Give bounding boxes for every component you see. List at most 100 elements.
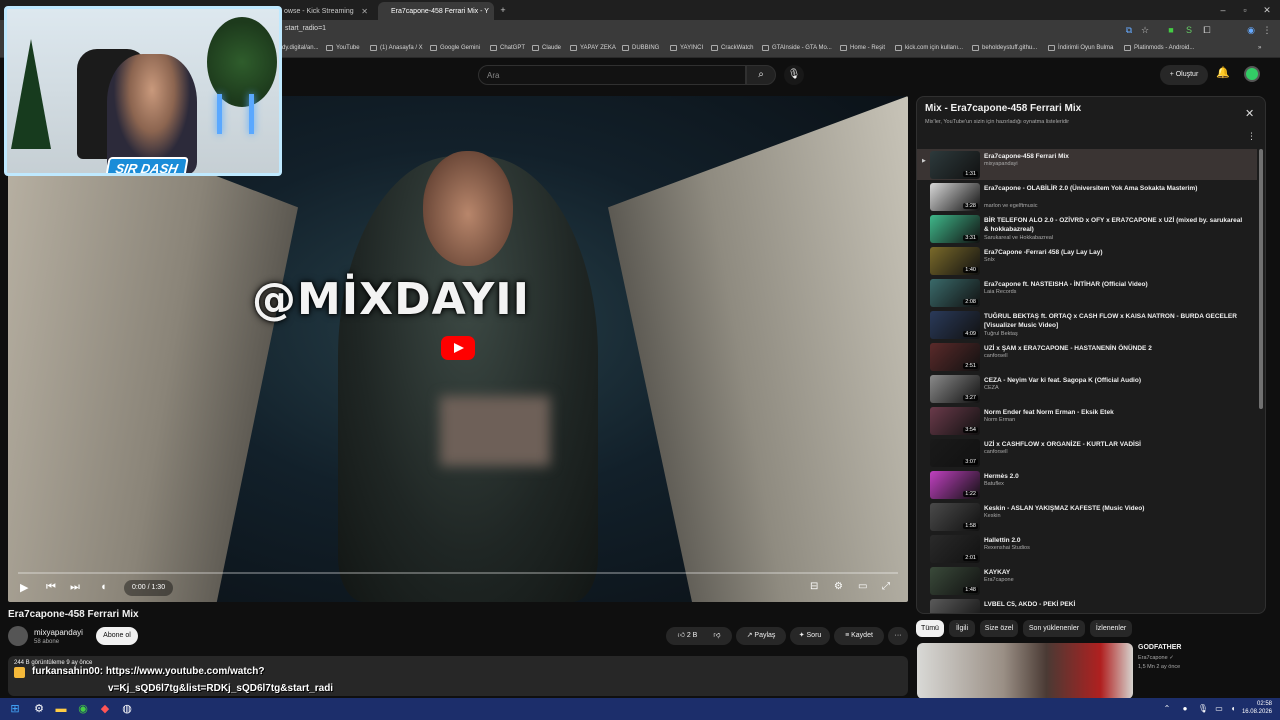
bookmark-item[interactable]: CrackWatch <box>711 45 753 51</box>
playlist-thumbnail[interactable]: 3:54 <box>930 407 980 435</box>
playlist-scrollbar[interactable] <box>1259 149 1263 409</box>
notifications-bell-icon[interactable]: 🔔 <box>1216 66 1230 79</box>
extension-s-icon[interactable]: S <box>1184 25 1194 35</box>
bookmark-item[interactable]: (1) Anasayfa / X <box>370 45 423 51</box>
playlist-item[interactable]: 1:22 Hermès 2.0 Batuflex <box>917 469 1257 500</box>
chip-watched[interactable]: İzlenenler <box>1090 620 1132 637</box>
playlist-item[interactable]: 2:08 Era7capone ft. NASTEISHA - İNTİHAR (… <box>917 277 1257 308</box>
bookmark-item[interactable]: ChatGPT <box>490 45 525 51</box>
search-button[interactable]: ⌕ <box>746 65 776 85</box>
browser-menu-icon[interactable]: ⋮ <box>1262 25 1272 35</box>
ask-button[interactable]: ✦ Soru <box>790 627 830 645</box>
theater-mode-icon[interactable]: ▭ <box>858 581 867 592</box>
playlist-item[interactable]: 4:09 TUĞRUL BEKTAŞ ft. ORTAQ x CASH FLOW … <box>917 309 1257 340</box>
save-button[interactable]: ≡ Kaydet <box>834 627 884 645</box>
bookmark-item[interactable]: beholdeystuff.githu... <box>972 45 1037 51</box>
playlist-item[interactable]: 3:07 UZİ x CASHFLOW x ORGANİZE - KURTLAR … <box>917 437 1257 468</box>
url-text[interactable]: start_radio=1 <box>285 25 326 32</box>
previous-icon[interactable]: ⏮ <box>46 581 56 594</box>
bookmark-item[interactable]: Platinmods - Android... <box>1124 45 1194 51</box>
tray-mic-icon[interactable]: 🎙 <box>1196 702 1210 716</box>
app-icon[interactable]: ◆ <box>98 702 112 716</box>
playlist-item[interactable]: LVBEL C5, AKDO - PEKİ PEKİ <box>917 597 1257 613</box>
chip-all[interactable]: Tümü <box>916 620 944 637</box>
settings-gear-icon[interactable]: ⚙ <box>834 581 843 592</box>
playlist-thumbnail[interactable] <box>930 599 980 613</box>
playlist-item[interactable]: ▶ 1:31 Era7capone-458 Ferrari Mix mixyapand… <box>917 149 1257 180</box>
close-icon[interactable]: ✕ <box>1245 107 1254 120</box>
minimize-icon[interactable]: – <box>1218 5 1228 15</box>
search-input[interactable]: Ara <box>478 65 746 85</box>
channel-name[interactable]: mixyapandayi <box>34 628 83 637</box>
playlist-thumbnail[interactable]: 2:08 <box>930 279 980 307</box>
tray-chevron-icon[interactable]: ⌃ <box>1160 702 1174 716</box>
like-dislike-button[interactable]: 👍︎ 2 B 👎︎ <box>666 627 732 645</box>
fullscreen-icon[interactable]: ⤢ <box>882 581 890 592</box>
playlist-item[interactable]: 3:28 Era7capone - OLABİLİR 2.0 (Üniversit… <box>917 181 1257 212</box>
next-icon[interactable]: ⏭ <box>70 581 80 594</box>
bookmark-item[interactable]: YouTube <box>326 45 360 51</box>
chip-recently-uploaded[interactable]: Son yüklenenler <box>1023 620 1085 637</box>
share-button[interactable]: ↗ Paylaş <box>736 627 786 645</box>
playlist-thumbnail[interactable]: 3:31 <box>930 215 980 243</box>
channel-avatar[interactable] <box>8 626 28 646</box>
subtitles-icon[interactable]: ⊟ <box>810 581 818 592</box>
more-bookmarks-icon[interactable]: » <box>1258 45 1261 51</box>
bookmark-item[interactable]: kick.com için kullanı... <box>895 45 963 51</box>
thumbs-down-icon[interactable]: 👎︎ <box>713 632 720 639</box>
chip-for-you[interactable]: Size özel <box>980 620 1018 637</box>
bookmark-item[interactable]: Home - Reşit <box>840 45 885 51</box>
new-tab-button[interactable]: + <box>498 5 508 15</box>
playlist-item[interactable]: 2:51 UZİ x ŞAM x ERA7CAPONE - HASTANENİN … <box>917 341 1257 372</box>
playlist-thumbnail[interactable]: 1:31 <box>930 151 980 179</box>
profile-icon[interactable]: ◉ <box>1246 25 1256 35</box>
bookmark-item[interactable]: GTAInside - GTA Mo... <box>762 45 832 51</box>
file-explorer-icon[interactable]: ▬ <box>54 702 68 716</box>
bookmark-item[interactable]: Google Gemini <box>430 45 480 51</box>
translate-icon[interactable]: ⧉ <box>1124 25 1134 35</box>
chrome-icon[interactable]: ◉ <box>76 702 90 716</box>
bookmark-item[interactable]: Claude <box>532 45 561 51</box>
recommendation-title[interactable]: GODFATHER <box>1138 644 1181 651</box>
app-icon[interactable]: ◍ <box>120 702 134 716</box>
windows-start-icon[interactable]: ⊞ <box>8 702 22 716</box>
playlist-item[interactable]: 1:58 Keskin - ASLAN YAKIŞMAZ KAFESTE (Mus… <box>917 501 1257 532</box>
create-button[interactable]: + Oluştur <box>1160 65 1208 85</box>
playlist-thumbnail[interactable]: 3:28 <box>930 183 980 211</box>
tray-app-icon[interactable]: ● <box>1178 702 1192 716</box>
youtube-play-icon[interactable] <box>441 336 475 360</box>
progress-bar[interactable] <box>18 572 898 574</box>
extension-icon[interactable]: ■ <box>1166 25 1176 35</box>
network-icon[interactable]: ▭ <box>1212 702 1226 716</box>
play-icon[interactable]: ▶ <box>20 581 28 594</box>
playlist-thumbnail[interactable]: 4:09 <box>930 311 980 339</box>
maximize-icon[interactable]: ▫ <box>1240 5 1250 15</box>
playlist-thumbnail[interactable]: 3:27 <box>930 375 980 403</box>
playlist-thumbnail[interactable]: 2:01 <box>930 535 980 563</box>
playlist-item[interactable]: 2:01 Hallettin 2.0 Rexenshai Studios <box>917 533 1257 564</box>
playlist-thumbnail[interactable]: 2:51 <box>930 343 980 371</box>
tab-youtube[interactable]: Era7capone-458 Ferrari Mix - Y ✕ <box>378 2 494 20</box>
bookmark-folder[interactable]: YAPAY ZEKA <box>570 45 616 51</box>
bookmark-item[interactable]: İndirimli Oyun Bulma <box>1048 45 1113 51</box>
recommendation-channel[interactable]: Era7capone ✓ <box>1138 655 1174 661</box>
more-actions-button[interactable]: ··· <box>888 627 908 645</box>
close-window-icon[interactable]: ✕ <box>1262 5 1272 15</box>
playlist-thumbnail[interactable]: 3:07 <box>930 439 980 467</box>
bookmark-folder[interactable]: YAYINCI <box>670 45 703 51</box>
playlist-thumbnail[interactable]: 1:58 <box>930 503 980 531</box>
recommendation-thumbnail[interactable] <box>917 643 1133 699</box>
bookmark-item[interactable]: dy.digital/an... <box>282 45 319 51</box>
playlist-item[interactable]: 1:40 Era7Capone -Ferrari 458 (Lay Lay Lay… <box>917 245 1257 276</box>
account-avatar[interactable] <box>1244 66 1260 82</box>
system-clock[interactable]: 02:58 16.08.2026 <box>1232 700 1272 716</box>
tab-kick[interactable]: owse - Kick Streaming ✕ <box>276 2 376 20</box>
chip-related[interactable]: İlgili <box>949 620 975 637</box>
extensions-puzzle-icon[interactable]: ⧠ <box>1202 25 1212 35</box>
more-options-icon[interactable]: ⋮ <box>1247 131 1256 142</box>
settings-gear-icon[interactable]: ⚙ <box>32 702 46 716</box>
playlist-thumbnail[interactable]: 1:22 <box>930 471 980 499</box>
playlist-item[interactable]: 3:27 CEZA - Neyim Var ki feat. Sagopa K (… <box>917 373 1257 404</box>
volume-icon[interactable]: ◖ <box>100 581 107 593</box>
playlist-item[interactable]: 3:31 BİR TELEFON ALO 2.0 - OZİVRD x OFY x… <box>917 213 1257 244</box>
